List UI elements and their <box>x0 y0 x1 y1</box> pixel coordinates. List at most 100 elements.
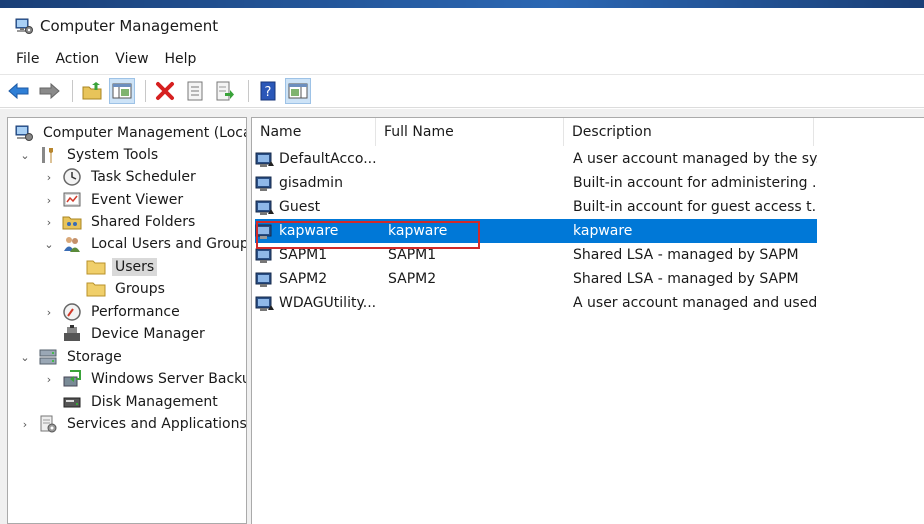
tree-item-groups[interactable]: Groups <box>66 278 168 300</box>
export-list-button[interactable] <box>212 78 238 104</box>
column-header-full-name[interactable]: Full Name <box>376 118 564 146</box>
folder-icon <box>86 282 106 297</box>
properties-button[interactable] <box>182 78 208 104</box>
user-name: DefaultAcco... <box>279 151 377 167</box>
menu-file[interactable]: File <box>8 47 47 71</box>
shared-folder-icon <box>62 216 82 230</box>
title-bar: Computer Management <box>0 8 924 44</box>
tree-item-disk-management[interactable]: Disk Management <box>42 391 221 413</box>
table-row[interactable]: Guest Built-in account for guest access … <box>255 195 817 219</box>
tree-item-shared-folders[interactable]: › Shared Folders <box>42 211 198 233</box>
tree-item-windows-server-backup[interactable]: › Windows Server Backup <box>42 368 247 390</box>
clock-icon <box>63 168 81 186</box>
cell-full-name: kapware <box>388 223 448 239</box>
tree-item-users[interactable]: Users <box>66 256 158 278</box>
table-row[interactable]: DefaultAcco... A user account managed by… <box>255 147 817 171</box>
console-tree: Computer Management (Local) ⌄ System Too… <box>7 117 247 524</box>
table-row-selected[interactable]: kapware kapware kapware <box>255 219 817 243</box>
users-group-icon <box>64 237 80 252</box>
column-header-label: Description <box>572 124 652 140</box>
column-header-name[interactable]: Name <box>252 118 376 146</box>
user-account-disabled-icon <box>255 200 274 215</box>
chevron-right-icon[interactable]: › <box>42 166 56 188</box>
window-title: Computer Management <box>40 17 219 35</box>
table-row[interactable]: SAPM2 SAPM2 Shared LSA - managed by SAPM <box>255 267 817 291</box>
tree-label: Task Scheduler <box>91 169 196 185</box>
tree-label: Disk Management <box>91 394 218 410</box>
back-button[interactable] <box>6 78 32 104</box>
tree-item-device-manager[interactable]: Device Manager <box>42 323 208 345</box>
cell-full-name: SAPM2 <box>388 271 437 287</box>
cell-full-name: SAPM1 <box>388 247 437 263</box>
tree-label: Performance <box>91 304 180 320</box>
chevron-right-icon[interactable]: › <box>42 301 56 323</box>
storage-icon <box>39 349 57 365</box>
tree-label: Event Viewer <box>91 192 184 208</box>
services-icon <box>40 415 57 433</box>
chevron-right-icon[interactable]: › <box>42 211 56 233</box>
delete-button[interactable] <box>152 78 178 104</box>
tree-label: Device Manager <box>91 326 205 342</box>
delete-icon <box>156 82 174 100</box>
toolbar: ? <box>0 74 924 108</box>
tree-item-computer-management[interactable]: Computer Management (Local) <box>14 122 247 144</box>
tree-item-services-and-applications[interactable]: › Services and Applications <box>18 413 247 435</box>
chevron-right-icon[interactable]: › <box>42 368 56 390</box>
tree-item-performance[interactable]: › Performance <box>42 301 183 323</box>
cell-description: kapware <box>573 223 633 239</box>
tree-label: Computer Management (Local) <box>43 125 247 141</box>
column-header-description[interactable]: Description <box>564 118 814 146</box>
cell-description: A user account managed by the sy... <box>573 151 817 167</box>
chevron-right-icon[interactable]: › <box>18 413 32 435</box>
user-name: kapware <box>279 223 339 239</box>
cell-name: gisadmin <box>255 173 383 193</box>
menu-action[interactable]: Action <box>47 47 107 71</box>
tree-item-local-users-and-groups[interactable]: ⌄ Local Users and Groups <box>42 233 246 255</box>
show-hide-tree-icon <box>112 83 132 99</box>
table-row[interactable]: SAPM1 SAPM1 Shared LSA - managed by SAPM <box>255 243 817 267</box>
forward-button[interactable] <box>36 78 62 104</box>
back-icon <box>8 82 29 100</box>
cell-name: WDAGUtility... <box>255 293 383 313</box>
cell-name: Guest <box>255 197 383 217</box>
tree-label: Windows Server Backup <box>91 371 247 387</box>
user-name: Guest <box>279 199 321 215</box>
chevron-right-icon[interactable]: › <box>42 189 56 211</box>
help-button[interactable]: ? <box>255 78 281 104</box>
user-name: SAPM1 <box>279 247 328 263</box>
cell-description: Built-in account for guest access t... <box>573 199 817 215</box>
tree-label: Services and Applications <box>67 416 247 432</box>
column-header-label: Full Name <box>384 124 454 140</box>
forward-icon <box>39 82 60 100</box>
tree-item-event-viewer[interactable]: › Event Viewer <box>42 189 186 211</box>
tree-label: Groups <box>115 281 165 297</box>
menu-help[interactable]: Help <box>157 47 205 71</box>
user-account-icon <box>255 224 272 239</box>
cell-name: kapware <box>255 221 383 241</box>
chevron-down-icon[interactable]: ⌄ <box>18 144 32 166</box>
export-list-icon <box>216 81 234 101</box>
tree-item-task-scheduler[interactable]: › Task Scheduler <box>42 166 199 188</box>
computer-management-icon <box>15 18 33 34</box>
tree-item-system-tools[interactable]: ⌄ System Tools <box>18 144 161 166</box>
chevron-down-icon[interactable]: ⌄ <box>18 346 32 368</box>
disk-management-icon <box>63 397 81 408</box>
user-account-disabled-icon <box>255 296 274 311</box>
show-hide-console-tree-button[interactable] <box>109 78 135 104</box>
backup-icon <box>63 370 81 387</box>
table-row[interactable]: WDAGUtility... A user account managed an… <box>255 291 817 315</box>
menu-view[interactable]: View <box>107 47 156 71</box>
show-hide-action-pane-button[interactable] <box>285 78 311 104</box>
tree-item-storage[interactable]: ⌄ Storage <box>18 346 125 368</box>
chevron-down-icon[interactable]: ⌄ <box>42 233 56 255</box>
column-header-label: Name <box>260 124 302 140</box>
show-action-pane-icon <box>288 83 308 99</box>
help-icon: ? <box>260 81 276 101</box>
computer-management-window: Computer Management File Action View Hel… <box>0 8 924 524</box>
users-list-view: Name Full Name Description DefaultAcco..… <box>251 117 924 524</box>
properties-icon <box>187 81 203 101</box>
up-one-level-button[interactable] <box>79 78 105 104</box>
table-row[interactable]: gisadmin Built-in account for administer… <box>255 171 817 195</box>
